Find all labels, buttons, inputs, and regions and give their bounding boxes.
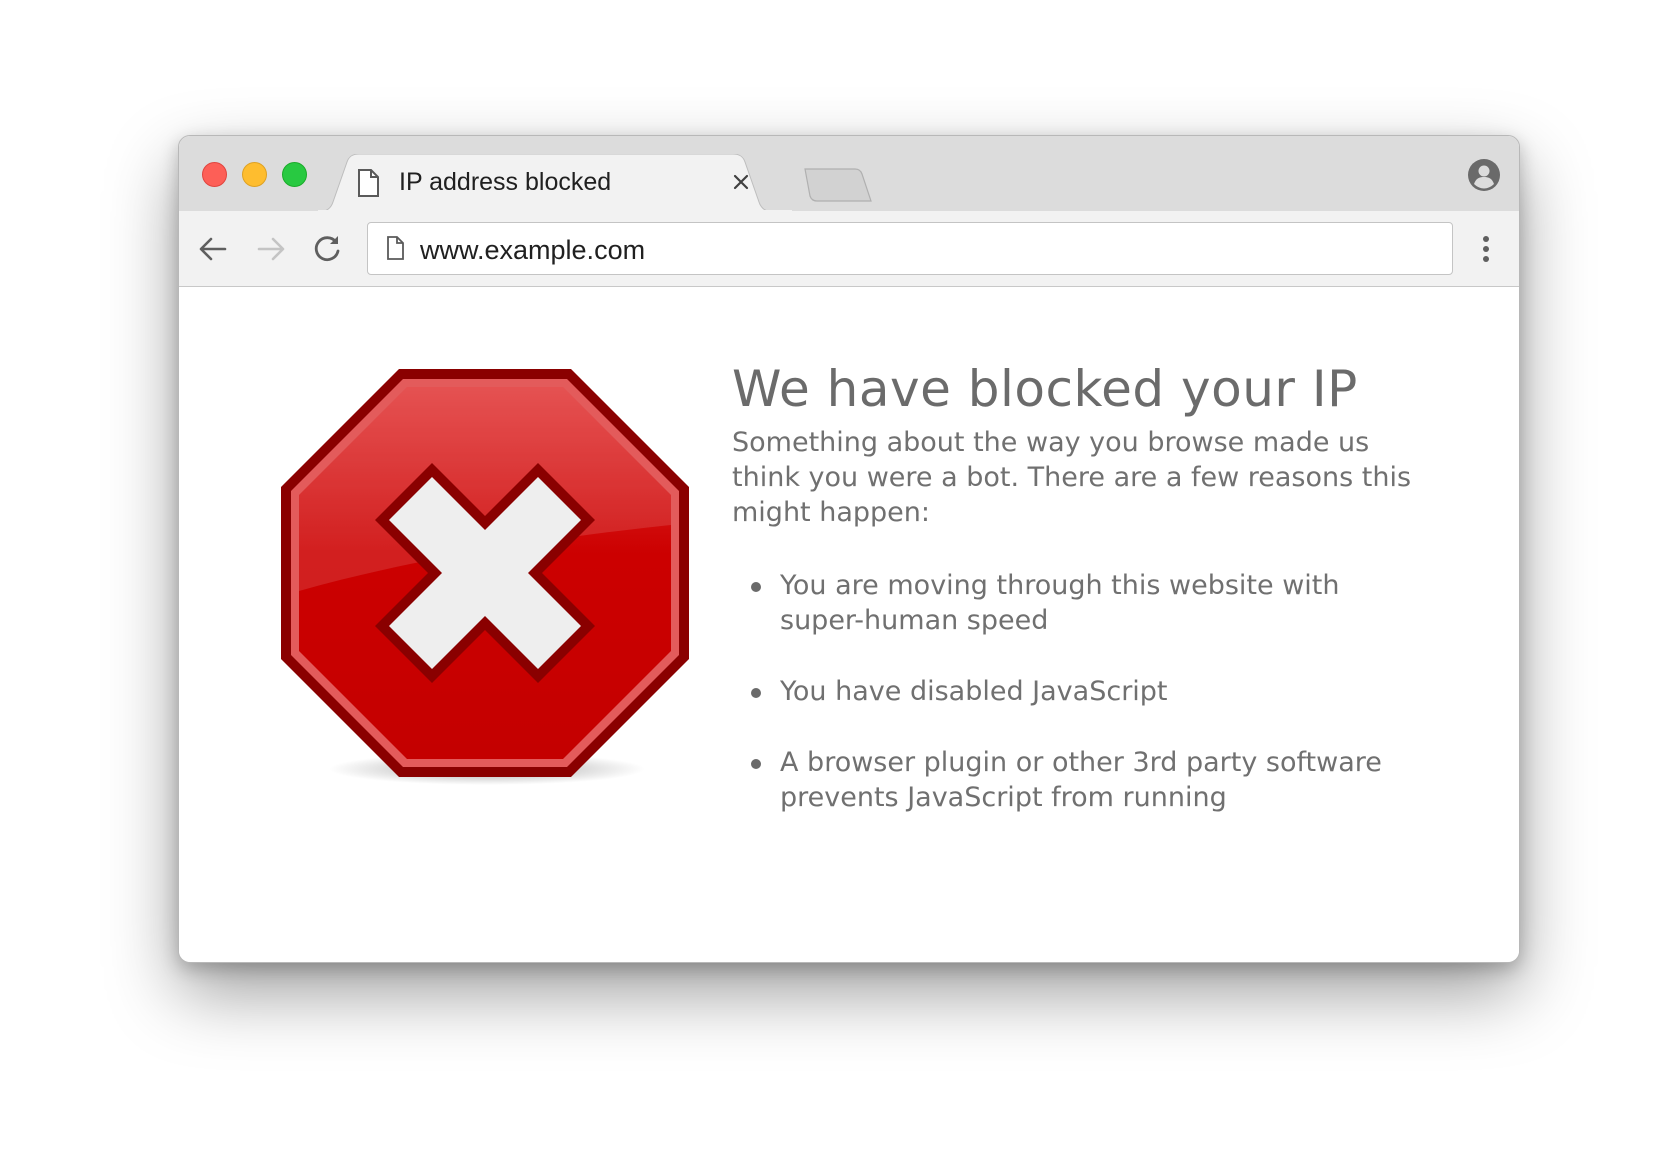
document-icon — [358, 169, 379, 197]
profile-icon[interactable] — [1467, 158, 1501, 192]
intro-text: Something about the way you browse made … — [732, 426, 1412, 528]
address-bar[interactable]: www.example.com — [367, 222, 1453, 275]
minimize-window-button[interactable] — [242, 162, 267, 187]
screenshot-stage: IP address blocked www.example.com We ha… — [0, 0, 1666, 1152]
back-arrow-icon[interactable] — [195, 231, 231, 267]
page-content: We have blocked your IP Something about … — [179, 287, 1519, 962]
address-url[interactable]: www.example.com — [420, 235, 645, 266]
close-window-button[interactable] — [202, 162, 227, 187]
title-bar: IP address blocked — [179, 136, 1519, 212]
message-block: We have blocked your IP Something about … — [732, 360, 1452, 851]
list-item: You are moving through this website with… — [751, 568, 1420, 638]
reload-icon[interactable] — [309, 231, 345, 267]
tab-close-icon[interactable] — [729, 170, 753, 194]
new-tab-button[interactable] — [803, 168, 873, 202]
page-icon — [387, 236, 404, 260]
stop-sign-x-icon — [281, 369, 689, 785]
more-vert-icon[interactable] — [1471, 231, 1501, 267]
zoom-window-button[interactable] — [282, 162, 307, 187]
list-item: A browser plugin or other 3rd party soft… — [751, 745, 1420, 815]
page-title: We have blocked your IP — [732, 360, 1358, 418]
forward-arrow-icon[interactable] — [253, 231, 289, 267]
toolbar: www.example.com — [179, 211, 1519, 287]
tab-title: IP address blocked — [399, 168, 612, 196]
tab-active[interactable]: IP address blocked — [317, 154, 793, 212]
list-item: You have disabled JavaScript — [751, 674, 1420, 709]
browser-window: IP address blocked www.example.com We ha… — [178, 135, 1520, 963]
reasons-list: You are moving through this website with… — [732, 568, 1452, 815]
